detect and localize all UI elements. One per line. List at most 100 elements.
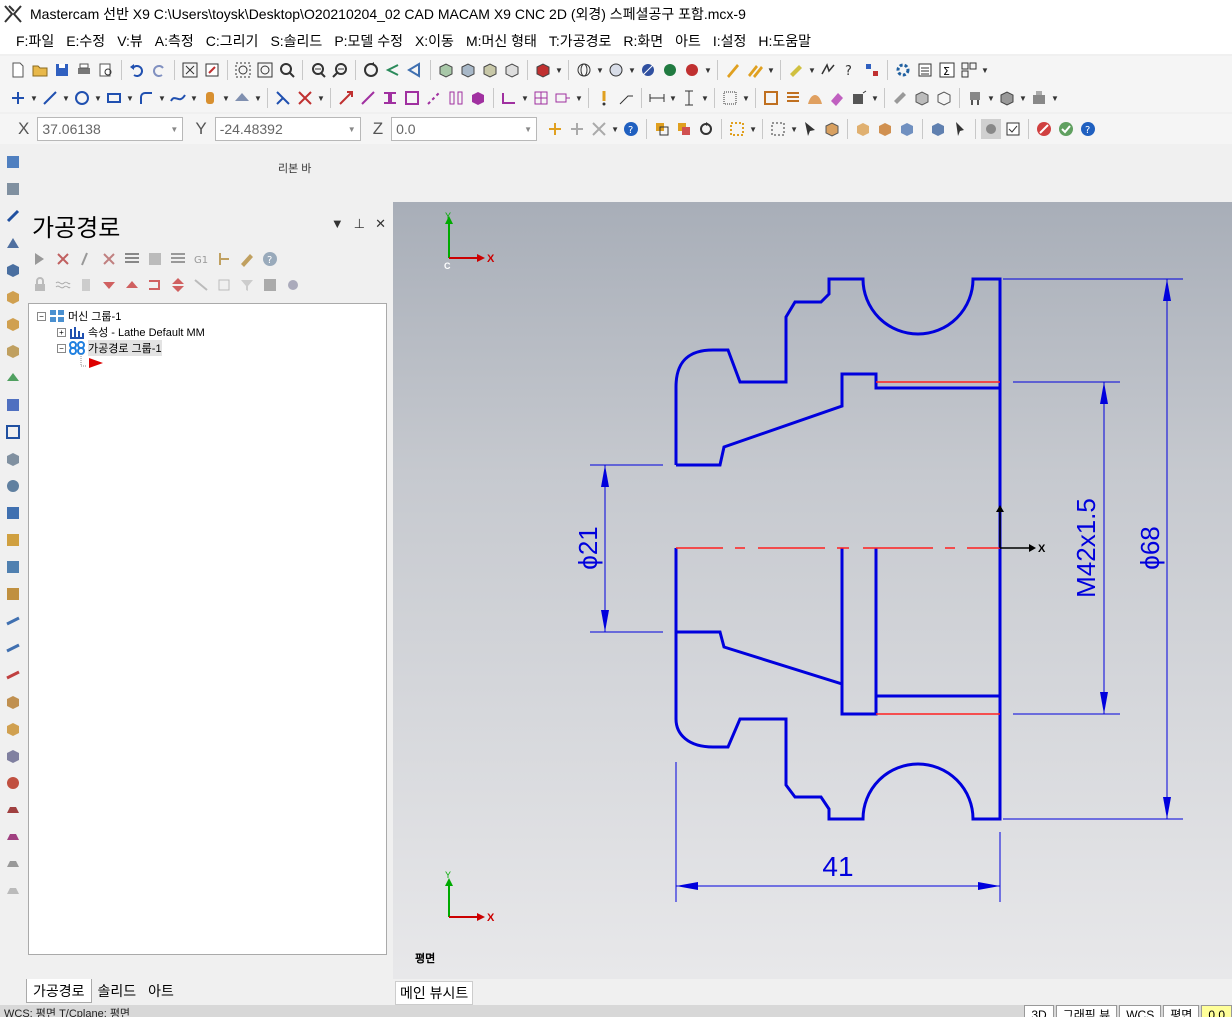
solid-body-icon[interactable] bbox=[897, 119, 917, 139]
tree-properties[interactable]: + 속성 - Lathe Default MM bbox=[57, 324, 205, 340]
checklist-icon[interactable] bbox=[1003, 119, 1023, 139]
expand-collapse-icon[interactable] bbox=[168, 275, 188, 295]
verify-ops-icon[interactable] bbox=[145, 249, 165, 269]
settings-gear-icon[interactable] bbox=[893, 60, 913, 80]
cursor-arrow-icon[interactable] bbox=[800, 119, 820, 139]
rotate-icon[interactable] bbox=[361, 60, 381, 80]
toolpath-icon[interactable] bbox=[4, 504, 22, 522]
chevron-down-icon[interactable]: ▼ bbox=[170, 125, 178, 134]
select-back-icon[interactable] bbox=[928, 119, 948, 139]
chevron-down-icon[interactable]: ▼ bbox=[742, 94, 750, 103]
chevron-down-icon[interactable]: ▼ bbox=[987, 94, 995, 103]
toolpath-icon[interactable] bbox=[4, 612, 22, 630]
toolpath-icon[interactable] bbox=[4, 342, 22, 360]
view-right-icon[interactable] bbox=[480, 60, 500, 80]
menu-file[interactable]: F:파일 bbox=[10, 31, 60, 51]
fillet-icon[interactable] bbox=[136, 88, 156, 108]
chevron-down-icon[interactable]: ▼ bbox=[767, 66, 775, 75]
fixture-icon[interactable] bbox=[965, 88, 985, 108]
dimension-vertical-icon[interactable] bbox=[679, 88, 699, 108]
delete-x-icon[interactable] bbox=[295, 88, 315, 108]
collapse-toggle[interactable]: − bbox=[37, 311, 46, 321]
tab-art[interactable]: 아트 bbox=[142, 979, 180, 1003]
stock-box-icon[interactable] bbox=[4, 261, 22, 279]
chevron-down-icon[interactable]: ▼ bbox=[348, 125, 356, 134]
rectangle-icon[interactable] bbox=[104, 88, 124, 108]
toolpath-icon[interactable] bbox=[4, 720, 22, 738]
menu-edit[interactable]: E:수정 bbox=[60, 31, 111, 51]
xform-offset-icon[interactable] bbox=[424, 88, 444, 108]
snap-off-icon[interactable] bbox=[589, 119, 609, 139]
highlight-icon[interactable] bbox=[786, 60, 806, 80]
lock-icon[interactable] bbox=[30, 275, 50, 295]
drill-icon[interactable] bbox=[4, 207, 22, 225]
pin-icon[interactable]: ⊥ bbox=[354, 216, 365, 232]
chevron-down-icon[interactable]: ▼ bbox=[222, 94, 230, 103]
settings-ops-icon[interactable] bbox=[283, 275, 303, 295]
chevron-down-icon[interactable]: ▼ bbox=[126, 94, 134, 103]
open-folder-icon[interactable] bbox=[30, 60, 50, 80]
edit-ops-icon[interactable] bbox=[237, 249, 257, 269]
toolpath-icon[interactable] bbox=[4, 369, 22, 387]
status-depth-field[interactable]: 0.0 bbox=[1201, 1005, 1232, 1017]
backplot-icon[interactable] bbox=[934, 88, 954, 108]
toolpath-icon[interactable] bbox=[4, 180, 22, 198]
trim-icon[interactable] bbox=[273, 88, 293, 108]
toggle-post-icon[interactable] bbox=[76, 275, 96, 295]
measure-icon[interactable] bbox=[890, 88, 910, 108]
redo-icon[interactable] bbox=[149, 60, 169, 80]
view-named-icon[interactable] bbox=[533, 60, 553, 80]
chevron-down-icon[interactable]: ▼ bbox=[521, 94, 529, 103]
expand-toggle[interactable]: + bbox=[57, 327, 66, 337]
status-wcs-button[interactable]: WCS bbox=[1119, 1005, 1162, 1017]
chevron-down-icon[interactable]: ▼ bbox=[94, 94, 102, 103]
chevron-down-icon[interactable]: ▼ bbox=[808, 66, 816, 75]
save-icon[interactable] bbox=[52, 60, 72, 80]
menu-view[interactable]: V:뷰 bbox=[111, 31, 149, 51]
status-plane-button[interactable]: 평면 bbox=[1163, 1005, 1200, 1017]
xform-array-icon[interactable] bbox=[446, 88, 466, 108]
toolpath-icon[interactable] bbox=[4, 477, 22, 495]
regen-icon[interactable] bbox=[76, 249, 96, 269]
layout-icon[interactable] bbox=[959, 60, 979, 80]
regen-dirty-icon[interactable] bbox=[99, 249, 119, 269]
tab-solids[interactable]: 솔리드 bbox=[92, 979, 143, 1003]
help-circle-icon[interactable]: ? bbox=[1078, 119, 1098, 139]
ok-circle-icon[interactable] bbox=[1056, 119, 1076, 139]
lathe-profile-icon[interactable] bbox=[499, 88, 519, 108]
dynamic-rotate-icon[interactable] bbox=[405, 60, 425, 80]
previous-view-icon[interactable] bbox=[383, 60, 403, 80]
zoom-window-icon[interactable] bbox=[233, 60, 253, 80]
hatch-icon[interactable] bbox=[720, 88, 740, 108]
solid-red-icon[interactable] bbox=[682, 60, 702, 80]
chevron-down-icon[interactable]: ▼ bbox=[596, 66, 604, 75]
grid-toggle-icon[interactable] bbox=[862, 60, 882, 80]
chevron-down-icon[interactable]: ▼ bbox=[790, 125, 798, 134]
menu-xform[interactable]: X:이동 bbox=[409, 31, 460, 51]
list-icon[interactable] bbox=[915, 60, 935, 80]
chevron-down-icon[interactable]: ▼ bbox=[254, 94, 262, 103]
pencil-icon[interactable] bbox=[723, 60, 743, 80]
chevron-down-icon[interactable]: ▼ bbox=[62, 94, 70, 103]
chuck-icon[interactable] bbox=[849, 88, 869, 108]
image-icon[interactable] bbox=[260, 275, 280, 295]
y-coord-input[interactable]: -24.48392 ▼ bbox=[214, 117, 361, 141]
view-front-icon[interactable] bbox=[458, 60, 478, 80]
solid-blue-icon[interactable] bbox=[638, 60, 658, 80]
chevron-down-icon[interactable]: ▼ bbox=[628, 66, 636, 75]
panel-menu-icon[interactable]: ▼ bbox=[331, 216, 344, 232]
menu-toolpaths[interactable]: T:가공경로 bbox=[543, 31, 617, 51]
menu-help[interactable]: H:도움말 bbox=[752, 31, 817, 51]
cancel-circle-icon[interactable] bbox=[1034, 119, 1054, 139]
select-all-icon[interactable] bbox=[674, 119, 694, 139]
help-question-icon[interactable]: ? bbox=[840, 60, 860, 80]
toolpath-icon[interactable] bbox=[4, 396, 22, 414]
xform-project-icon[interactable] bbox=[468, 88, 488, 108]
xform-mirror-icon[interactable] bbox=[380, 88, 400, 108]
xform-scale-icon[interactable] bbox=[402, 88, 422, 108]
z-coord-input[interactable]: 0.0 ▼ bbox=[391, 117, 538, 141]
g1-post-icon[interactable]: G1 bbox=[191, 249, 211, 269]
menu-art[interactable]: 아트 bbox=[669, 31, 707, 51]
toolpath-icon[interactable] bbox=[4, 882, 22, 900]
solid-ops-icon[interactable] bbox=[997, 88, 1017, 108]
